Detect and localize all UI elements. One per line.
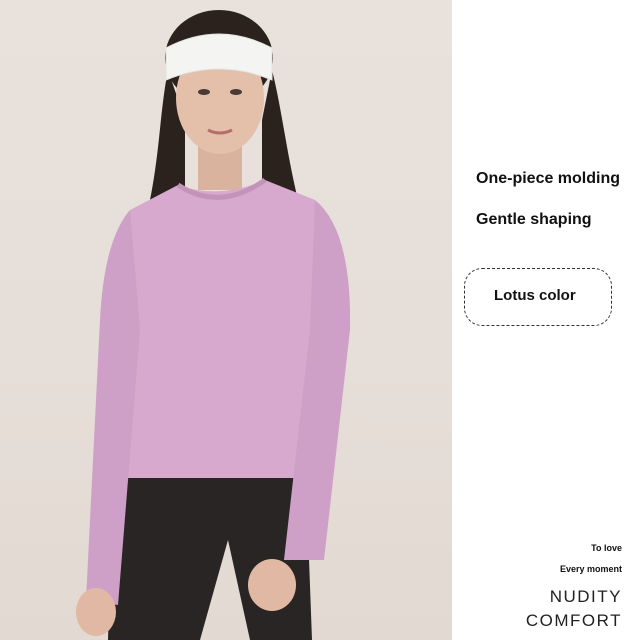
color-option-label: Lotus color	[494, 287, 576, 304]
right-eye	[230, 89, 242, 95]
left-hand	[76, 588, 116, 636]
right-hand	[248, 559, 296, 611]
tagline-every-moment: Every moment	[559, 564, 622, 574]
tagline-comfort: COMFORT	[525, 611, 622, 630]
tagline-nudity: NUDITY	[549, 587, 622, 606]
left-eye	[198, 89, 210, 95]
model-illustration	[76, 10, 351, 640]
shirt	[114, 180, 324, 478]
hair-right	[262, 70, 298, 200]
model-photo	[0, 0, 452, 640]
feature-one-piece: One-piece molding	[476, 170, 621, 187]
leggings	[108, 478, 312, 640]
tagline-to-love: To love	[591, 543, 622, 553]
product-card: One-piece molding Gentle shaping Lotus c…	[0, 0, 640, 640]
feature-gentle-shaping: Gentle shaping	[476, 211, 592, 228]
